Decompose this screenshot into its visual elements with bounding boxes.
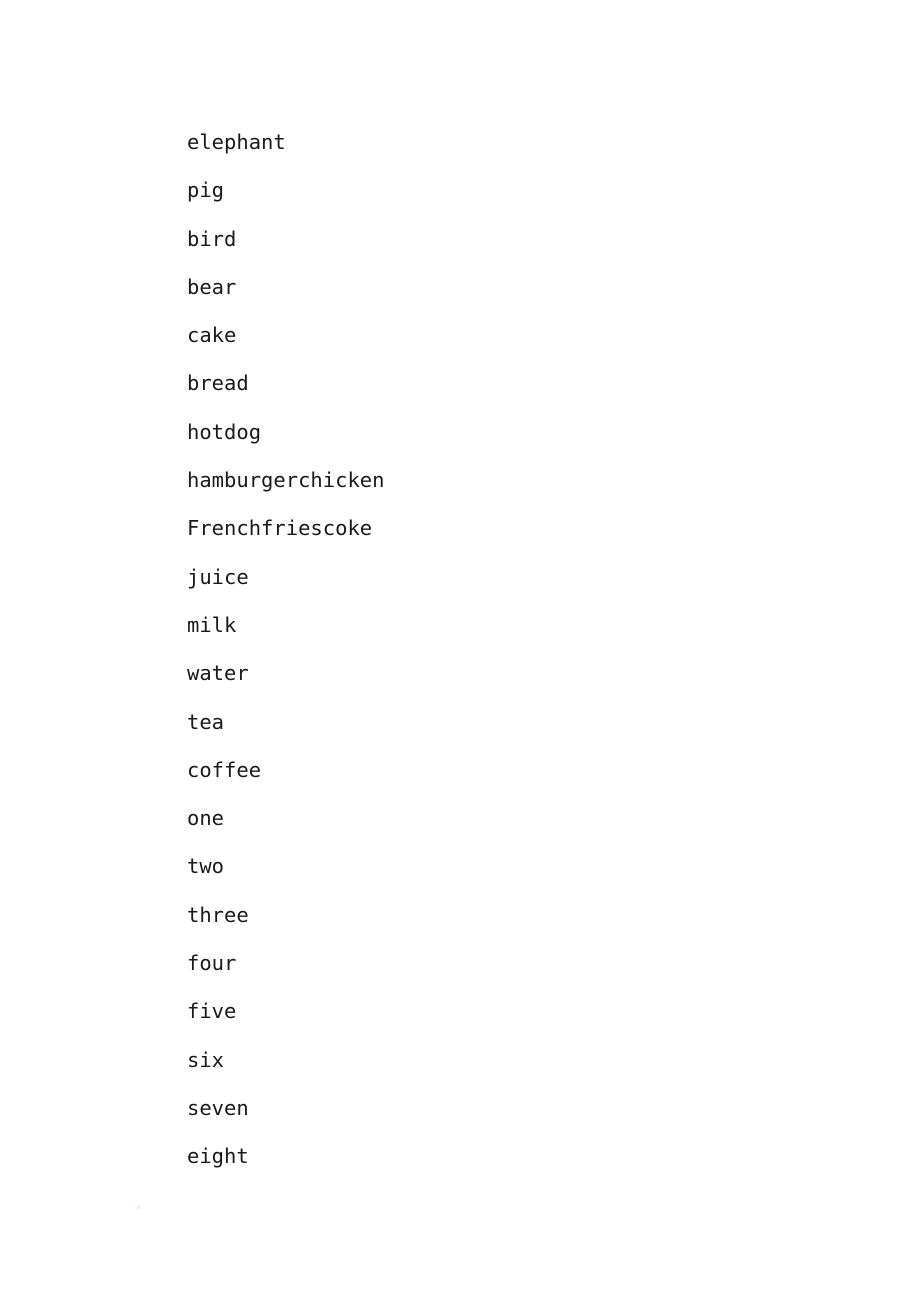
word-list-item: tea <box>187 709 225 734</box>
word-list-item: bear <box>187 274 237 299</box>
word-list-item: eight <box>187 1144 249 1169</box>
scan-artifact-speck <box>137 1206 140 1209</box>
word-list-item: one <box>187 806 225 831</box>
word-list-item: coffee <box>187 757 262 782</box>
word-list-item: five <box>187 999 237 1024</box>
word-list-item: seven <box>187 1095 249 1120</box>
word-list-item: Frenchfriescoke <box>187 516 373 541</box>
word-list-item: elephant <box>187 130 286 154</box>
word-list-item: juice <box>187 564 249 589</box>
word-list-item: bird <box>187 226 237 251</box>
word-list-item: hotdog <box>187 419 262 444</box>
document-page: elephant pig bird bear cake bread hotdog… <box>0 0 920 1302</box>
word-list-item: three <box>187 902 249 927</box>
word-list-item: bread <box>187 371 249 396</box>
word-list-item: six <box>187 1047 225 1072</box>
word-list-item: water <box>187 661 249 686</box>
vocabulary-word-list: elephant pig bird bear cake bread hotdog… <box>187 118 384 1181</box>
word-list-item: two <box>187 854 225 879</box>
word-list-item: four <box>187 951 237 976</box>
word-list-item: hamburgerchicken <box>187 468 385 493</box>
word-list-item: milk <box>187 612 237 637</box>
word-list-item: cake <box>187 323 237 348</box>
word-list-item: pig <box>187 178 225 203</box>
